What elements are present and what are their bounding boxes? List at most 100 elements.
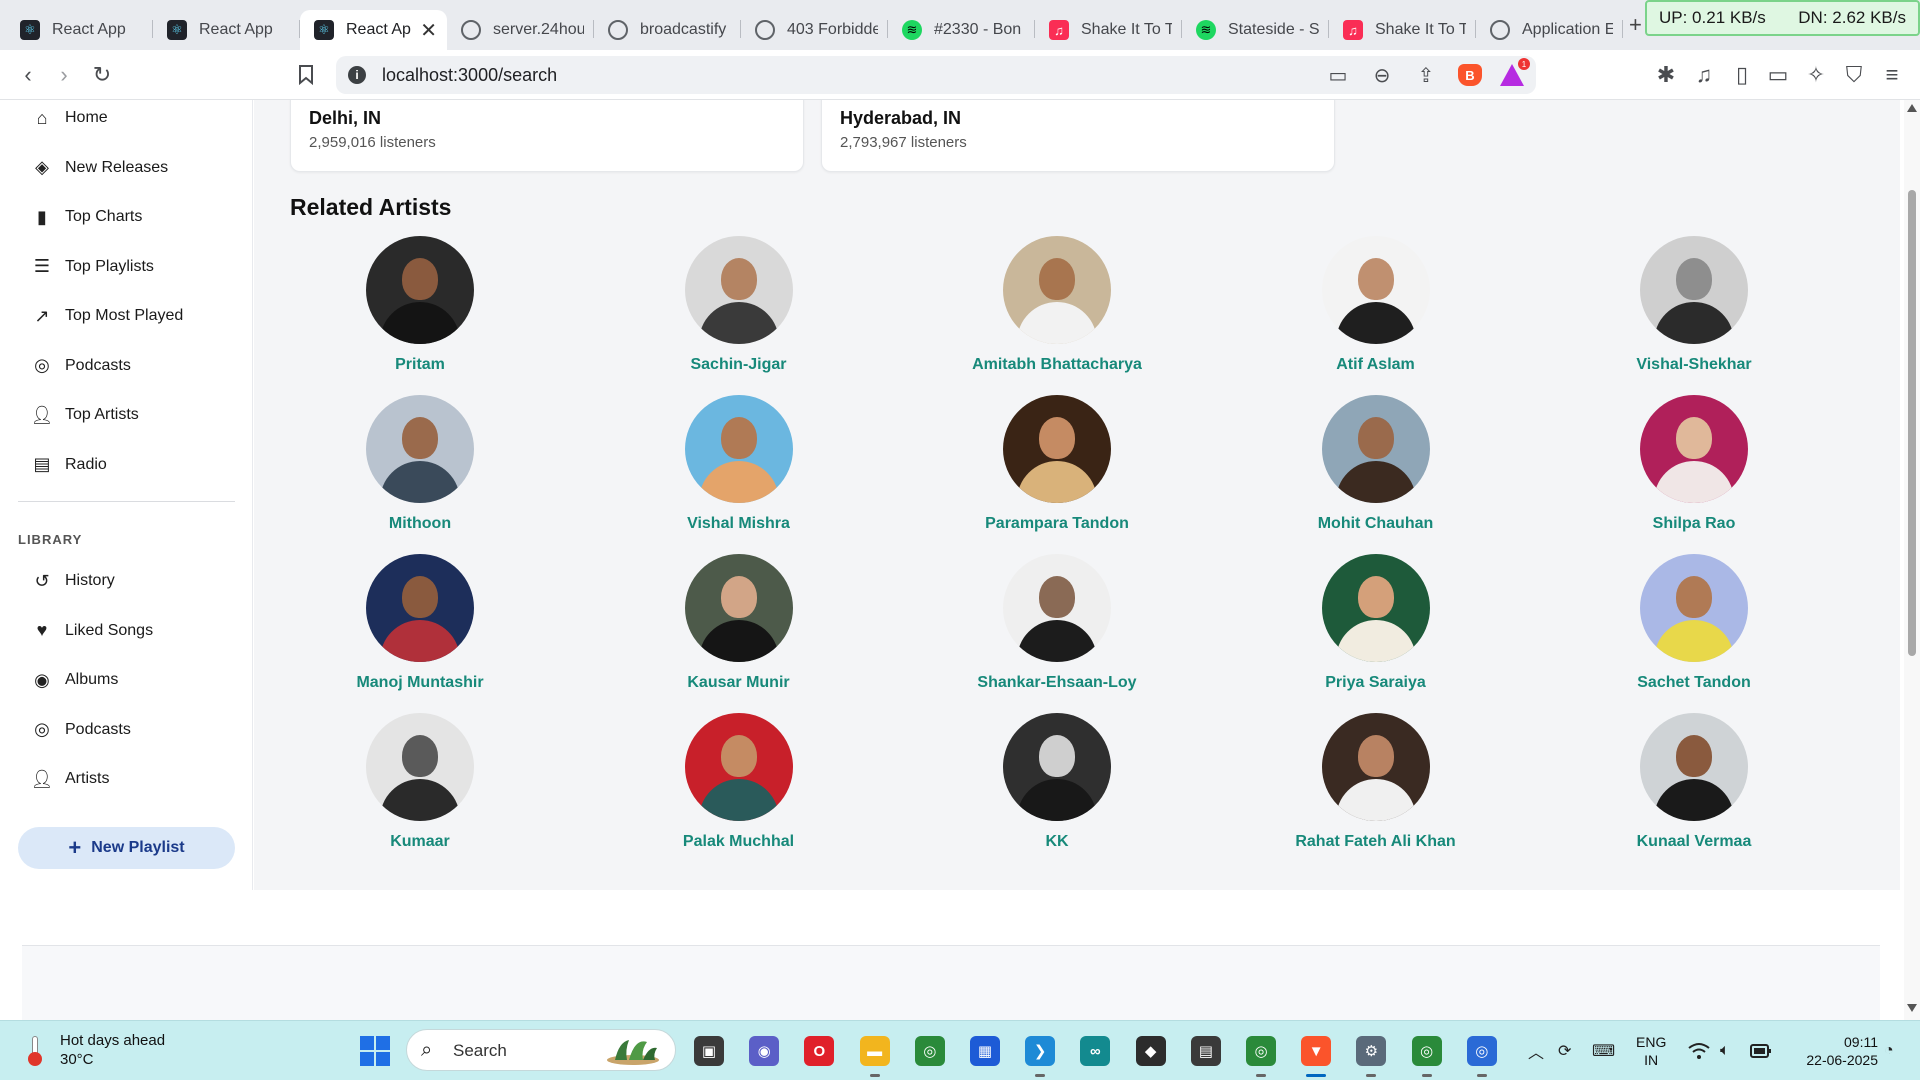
- page-scrollbar[interactable]: [1904, 100, 1920, 1020]
- artist-name[interactable]: Shilpa Rao: [1604, 515, 1784, 533]
- opera-icon[interactable]: O: [804, 1036, 835, 1066]
- sidebar-item-podcasts[interactable]: ◎ Podcasts: [30, 348, 131, 384]
- artist-card[interactable]: Sachet Tandon: [1604, 554, 1784, 704]
- artist-card[interactable]: Kumaar: [330, 713, 510, 863]
- artist-avatar[interactable]: [684, 554, 793, 662]
- zoom-icon[interactable]: ⊖: [1370, 64, 1394, 87]
- artist-name[interactable]: Sachin-Jigar: [649, 356, 829, 374]
- artist-card[interactable]: Palak Muchhal: [649, 713, 829, 863]
- store-icon[interactable]: ▦: [970, 1036, 1000, 1066]
- new-tab-button[interactable]: +: [1629, 12, 1642, 38]
- sidebar-item-liked-songs[interactable]: ♥ Liked Songs: [30, 613, 153, 649]
- artist-avatar[interactable]: [1321, 395, 1430, 503]
- chrome-icon[interactable]: ◎: [914, 1036, 945, 1066]
- artist-avatar[interactable]: [1640, 554, 1748, 662]
- artist-name[interactable]: Vishal Mishra: [649, 515, 829, 533]
- sidebar-item-artists[interactable]: 👤︎ Artists: [30, 761, 110, 797]
- artist-avatar[interactable]: [1640, 713, 1748, 821]
- artist-avatar[interactable]: [1321, 554, 1430, 662]
- artist-avatar[interactable]: [1003, 713, 1111, 821]
- browser-tab[interactable]: ≋ #2330 - Bon: [888, 10, 1035, 50]
- artist-name[interactable]: Sachet Tandon: [1604, 674, 1784, 692]
- language-indicator[interactable]: ENG IN: [1636, 1033, 1666, 1069]
- meet-icon[interactable]: ◉: [749, 1036, 780, 1066]
- artist-avatar[interactable]: [366, 713, 474, 821]
- artist-name[interactable]: Parampara Tandon: [967, 515, 1147, 533]
- brave-rewards-icon[interactable]: 1: [1500, 58, 1530, 86]
- artist-name[interactable]: Kausar Munir: [649, 674, 829, 692]
- sidebar-item-top-artists[interactable]: 👤︎ Top Artists: [30, 397, 139, 433]
- gear-icon[interactable]: ⚙: [1356, 1036, 1387, 1066]
- cast-icon[interactable]: ▭: [1326, 64, 1350, 87]
- back-icon[interactable]: ‹: [14, 61, 42, 89]
- notification-icon[interactable]: ◔: [1884, 1021, 1894, 1080]
- volume-icon[interactable]: 🔈︎: [1720, 1021, 1730, 1080]
- artist-avatar[interactable]: [684, 395, 793, 503]
- artist-avatar[interactable]: [1003, 236, 1111, 344]
- artist-avatar[interactable]: [1321, 236, 1430, 344]
- reload-icon[interactable]: ↻: [88, 61, 116, 89]
- artist-card[interactable]: Amitabh Bhattacharya: [967, 236, 1147, 386]
- artist-card[interactable]: Parampara Tandon: [967, 395, 1147, 545]
- artist-avatar[interactable]: [684, 713, 793, 821]
- keyboard-icon[interactable]: ⌨: [1592, 1021, 1615, 1080]
- artist-avatar[interactable]: [1321, 713, 1430, 821]
- sync-icon[interactable]: ⟳: [1558, 1021, 1571, 1080]
- address-bar[interactable]: i localhost:3000/search ▭ ⊖ ⇪ B 1: [336, 56, 1536, 94]
- artist-name[interactable]: Amitabh Bhattacharya: [967, 356, 1147, 374]
- artist-name[interactable]: KK: [967, 833, 1147, 851]
- artist-avatar[interactable]: [366, 395, 474, 503]
- extensions-icon[interactable]: ✱: [1652, 61, 1680, 89]
- artist-card[interactable]: Sachin-Jigar: [649, 236, 829, 386]
- artist-card[interactable]: Mithoon: [330, 395, 510, 545]
- clock[interactable]: 09:11 22-06-2025: [1782, 1033, 1878, 1069]
- vpn-shield-icon[interactable]: ⛉: [1840, 61, 1868, 89]
- wifi-icon[interactable]: [1688, 1021, 1710, 1080]
- sidebar-item-radio[interactable]: ▤ Radio: [30, 447, 106, 483]
- artist-avatar[interactable]: [366, 236, 474, 344]
- scroll-thumb[interactable]: [1908, 190, 1916, 656]
- artist-avatar[interactable]: [1003, 395, 1111, 503]
- media-icon[interactable]: ♫: [1690, 61, 1718, 89]
- figma-icon[interactable]: ◆: [1135, 1036, 1166, 1066]
- bookmark-icon[interactable]: [292, 61, 320, 89]
- browser-tab[interactable]: ⚛ React Ap ✕: [300, 10, 447, 50]
- browser-tab[interactable]: Application E: [1476, 10, 1623, 50]
- sidebar-item-podcasts[interactable]: ◎ Podcasts: [30, 712, 131, 748]
- artist-avatar[interactable]: [1003, 554, 1111, 662]
- wallet-icon[interactable]: ▭: [1764, 61, 1792, 89]
- artist-card[interactable]: Kunaal Vermaa: [1604, 713, 1784, 863]
- sidebar-item-history[interactable]: ↺ History: [30, 563, 114, 599]
- city-card[interactable]: Hyderabad, IN 2,793,967 listeners: [821, 100, 1335, 172]
- artist-name[interactable]: Kunaal Vermaa: [1604, 833, 1784, 851]
- terminal-icon[interactable]: ▤: [1190, 1036, 1221, 1066]
- artist-name[interactable]: Rahat Fateh Ali Khan: [1286, 833, 1466, 851]
- scroll-up-icon[interactable]: [1907, 104, 1917, 112]
- scroll-down-icon[interactable]: [1907, 1004, 1917, 1012]
- browser-tab[interactable]: server.24hou: [447, 10, 594, 50]
- browser-tab[interactable]: ♫ Shake It To T: [1035, 10, 1182, 50]
- artist-name[interactable]: Palak Muchhal: [649, 833, 829, 851]
- city-card[interactable]: Delhi, IN 2,959,016 listeners: [290, 100, 804, 172]
- artist-card[interactable]: Vishal-Shekhar: [1604, 236, 1784, 386]
- folder-icon[interactable]: ▬: [859, 1036, 890, 1066]
- sidebar-item-top-playlists[interactable]: ☰ Top Playlists: [30, 249, 154, 285]
- windows-start-icon[interactable]: [360, 1036, 390, 1066]
- browser-tab[interactable]: broadcastify: [594, 10, 741, 50]
- artist-avatar[interactable]: [1640, 395, 1748, 503]
- artist-name[interactable]: Vishal-Shekhar: [1604, 356, 1784, 374]
- brave-icon[interactable]: ▼: [1301, 1036, 1332, 1066]
- sidebar-item-albums[interactable]: ◉ Albums: [30, 662, 118, 698]
- sidebar-item-home[interactable]: ⌂ Home: [30, 100, 108, 136]
- battery-icon[interactable]: [1750, 1021, 1772, 1080]
- artist-card[interactable]: Priya Saraiya: [1286, 554, 1466, 704]
- artist-card[interactable]: Mohit Chauhan: [1286, 395, 1466, 545]
- chrome-icon[interactable]: ◎: [1246, 1036, 1276, 1066]
- browser-tab[interactable]: ♫ Shake It To T: [1329, 10, 1476, 50]
- artist-card[interactable]: KK: [967, 713, 1147, 863]
- browser-tab[interactable]: 403 Forbidde: [741, 10, 888, 50]
- menu-icon[interactable]: ≡: [1878, 61, 1906, 89]
- chrome-icon[interactable]: ◎: [1411, 1036, 1442, 1066]
- artist-name[interactable]: Mithoon: [330, 515, 510, 533]
- artist-name[interactable]: Pritam: [330, 356, 510, 374]
